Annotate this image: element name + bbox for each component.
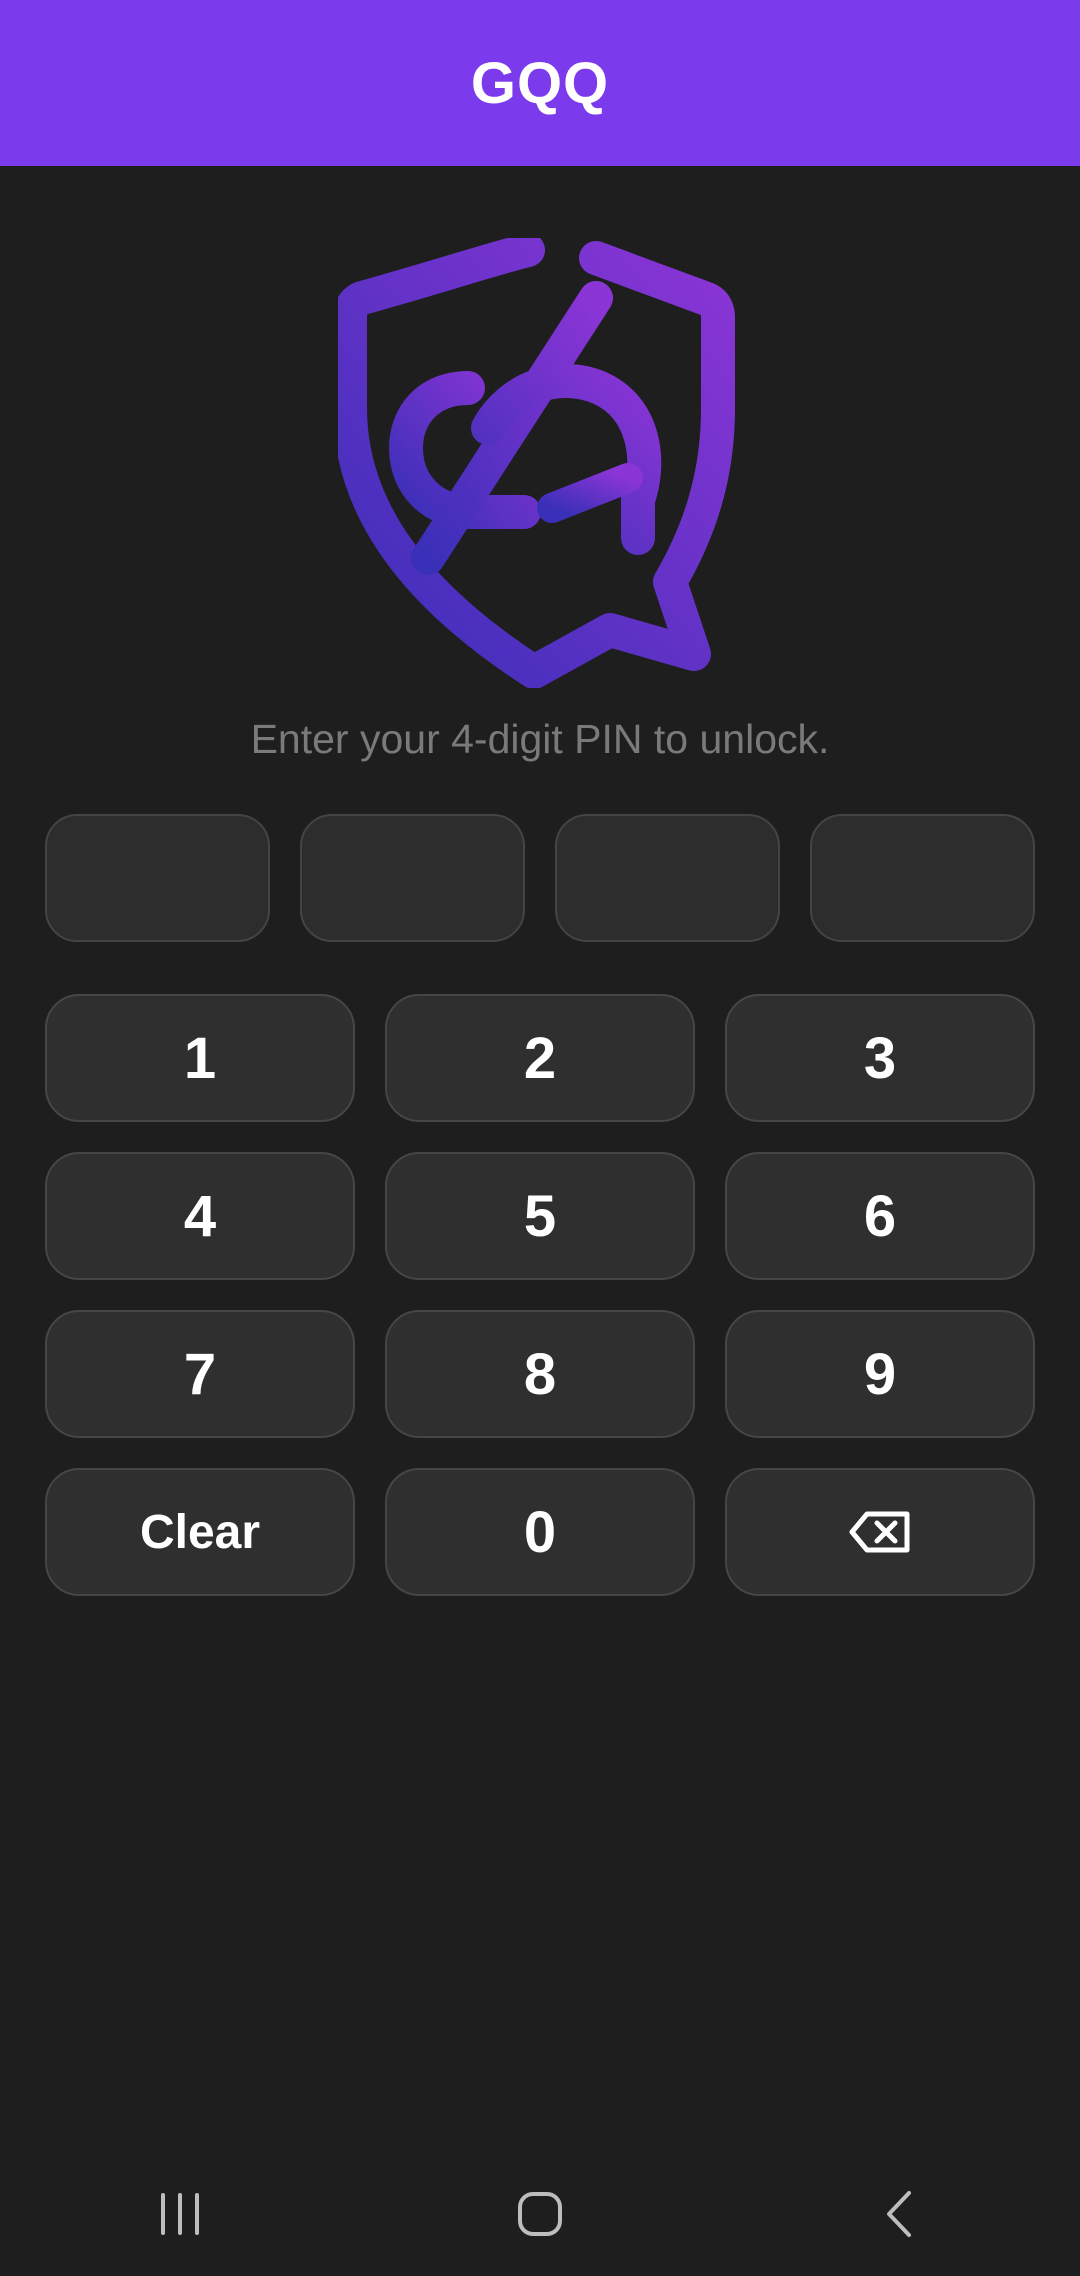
key-6[interactable]: 6 [725,1152,1035,1280]
key-1[interactable]: 1 [45,994,355,1122]
key-9[interactable]: 9 [725,1310,1035,1438]
key-3[interactable]: 3 [725,994,1035,1122]
app-title: GQQ [470,50,610,116]
clear-button[interactable]: Clear [45,1468,355,1596]
system-navigation-bar [0,2152,1080,2276]
backspace-button[interactable] [725,1468,1035,1596]
recents-icon [161,2193,199,2235]
numeric-keypad: 1 2 3 4 5 6 7 8 9 Clear 0 [45,994,1035,1596]
app-logo [333,233,742,689]
home-icon [518,2192,562,2236]
pin-digit-box-1 [45,814,270,942]
home-button[interactable] [480,2169,600,2259]
shield-chat-logo-icon [333,233,735,689]
pin-lock-screen: GQQ Enter your 4-digit PIN to unlock. 1 [0,0,1080,2276]
pin-digit-box-3 [555,814,780,942]
recents-button[interactable] [120,2169,240,2259]
key-4[interactable]: 4 [45,1152,355,1280]
backspace-icon [849,1511,910,1553]
pin-digit-box-4 [810,814,1035,942]
pin-prompt: Enter your 4-digit PIN to unlock. [250,716,830,762]
pin-entry-boxes [45,814,1035,942]
key-5[interactable]: 5 [385,1152,695,1280]
key-2[interactable]: 2 [385,994,695,1122]
key-8[interactable]: 8 [385,1310,695,1438]
back-icon [887,2191,911,2237]
pin-digit-box-2 [300,814,525,942]
app-bar: GQQ [0,0,1080,166]
key-0[interactable]: 0 [385,1468,695,1596]
back-button[interactable] [840,2169,960,2259]
key-7[interactable]: 7 [45,1310,355,1438]
